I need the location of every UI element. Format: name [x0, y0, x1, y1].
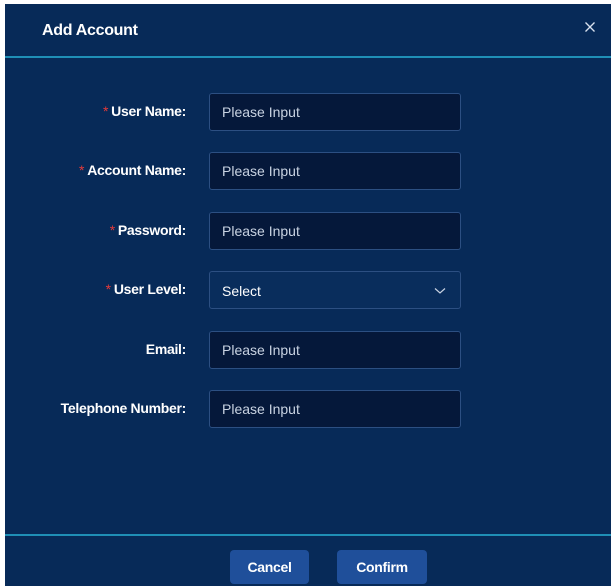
user-level-value: Select — [222, 283, 261, 299]
user-name-input[interactable] — [209, 93, 461, 131]
dialog-title: Add Account — [42, 22, 138, 39]
cancel-button[interactable]: Cancel — [230, 550, 309, 584]
user-level-label: * User Level: — [105, 281, 187, 297]
telephone-label: Telephone Number: — [60, 400, 187, 416]
account-name-label: * Account Name: — [79, 162, 186, 178]
password-input[interactable] — [209, 212, 461, 250]
form-row-account-name: * Account Name: — [5, 152, 611, 190]
required-mark: * — [105, 281, 111, 297]
chevron-down-icon — [434, 288, 446, 294]
required-mark: * — [79, 162, 85, 178]
dialog-footer: Cancel Confirm — [5, 534, 611, 586]
dialog-header: Add Account — [5, 4, 611, 58]
user-name-label: * User Name: — [103, 103, 186, 119]
confirm-button[interactable]: Confirm — [337, 550, 427, 584]
form-row-telephone: Telephone Number: — [5, 390, 611, 428]
telephone-input[interactable] — [209, 390, 461, 428]
user-level-select[interactable]: Select — [209, 271, 461, 309]
email-label: Email: — [145, 341, 187, 357]
close-icon — [585, 22, 595, 32]
account-name-input[interactable] — [209, 152, 461, 190]
form-row-user-level: * User Level: Select — [5, 271, 611, 309]
required-mark: * — [109, 222, 115, 238]
form-row-password: * Password: — [5, 212, 611, 250]
password-label: * Password: — [109, 222, 187, 238]
email-input[interactable] — [209, 331, 461, 369]
form-row-user-name: * User Name: — [5, 93, 611, 131]
close-button[interactable] — [581, 18, 599, 36]
required-mark: * — [103, 103, 109, 119]
form-row-email: Email: — [5, 331, 611, 369]
add-account-dialog: Add Account *User Name: *Account Name: *… — [5, 4, 611, 586]
